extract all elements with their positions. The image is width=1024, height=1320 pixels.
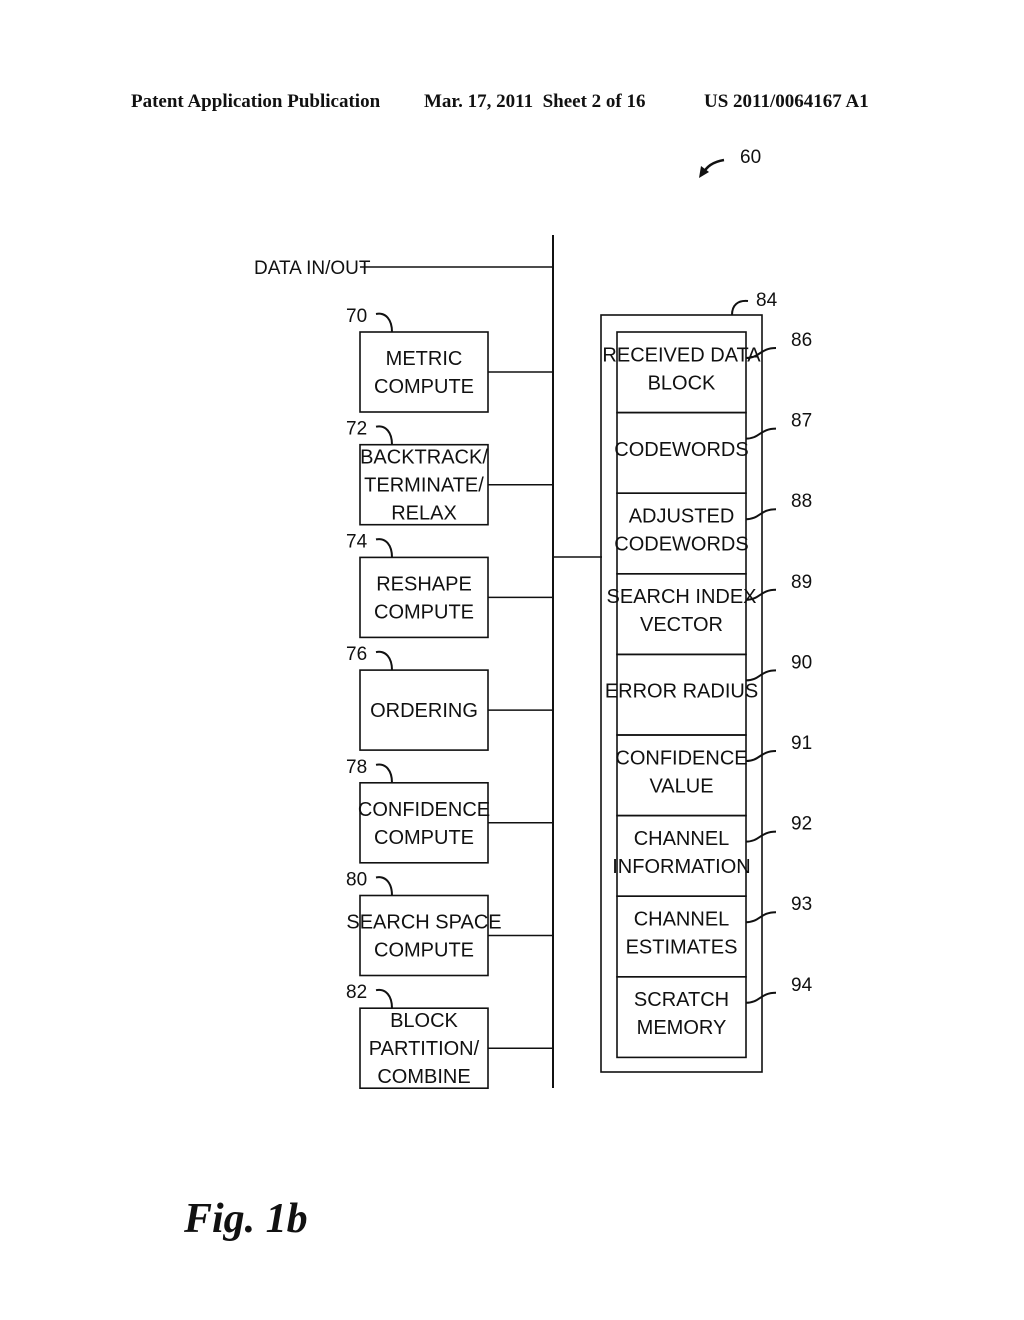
block-reference: 82 — [346, 982, 367, 1003]
leader-line — [745, 508, 777, 521]
memory-cell-label: VALUE — [649, 775, 713, 797]
block-label: ORDERING — [370, 700, 478, 722]
leader-line — [375, 425, 393, 445]
block-reference: 72 — [346, 419, 367, 440]
memory-reference: 84 — [756, 290, 778, 311]
block-label: CONFIDENCE — [358, 799, 490, 821]
block-box — [359, 556, 489, 639]
memory-cell-label: CODEWORDS — [614, 439, 748, 461]
block-box — [359, 331, 489, 413]
leader-line — [375, 312, 393, 333]
block-box — [359, 781, 489, 864]
figure-caption: Fig. 1b — [183, 1196, 308, 1242]
figure-reference-arrow-icon — [699, 158, 725, 178]
memory-cell-reference: 92 — [791, 814, 812, 835]
block-label: COMBINE — [377, 1066, 470, 1088]
block-70: METRIC COMPUTE 70 — [346, 306, 553, 413]
header-patent-number: US 2011/0064167 A1 — [704, 91, 869, 112]
block-76: ORDERING 76 — [346, 644, 553, 751]
functional-blocks: METRIC COMPUTE 70 BACKTRACK/TERMINATE/RELAX… — [346, 306, 553, 1090]
memory-cell-86: RECEIVED DATA BLOCK 86 — [602, 330, 812, 414]
block-label: TERMINATE/ — [364, 475, 484, 497]
leader-line — [745, 991, 777, 1004]
memory-cell-label: VECTOR — [640, 614, 723, 636]
memory-cell-label: BLOCK — [648, 372, 716, 394]
block-82: BLOCK PARTITION/COMBINE 82 — [346, 982, 553, 1090]
memory-cell-label: SCRATCH — [634, 989, 729, 1011]
memory-cell-label: ADJUSTED — [629, 506, 735, 528]
block-label: PARTITION/ — [369, 1038, 480, 1060]
leader-line — [375, 650, 393, 671]
leader-line — [375, 763, 393, 783]
leader-line — [745, 669, 777, 682]
block-label: BACKTRACK/ — [360, 447, 488, 469]
memory-cell-92: CHANNEL INFORMATION 92 — [612, 814, 812, 897]
memory-cell-reference: 87 — [791, 411, 812, 432]
leader-line — [745, 750, 777, 762]
memory-cell-89: SEARCH INDEX VECTOR 89 — [606, 572, 812, 656]
block-80: SEARCH SPACE COMPUTE 80 — [346, 870, 553, 977]
block-box — [359, 894, 489, 977]
memory-cell-label: CHANNEL — [634, 828, 730, 850]
memory-cell-label: CONFIDENCE — [615, 747, 747, 769]
header-date-sheet: Mar. 17, 2011 Sheet 2 of 16 — [424, 91, 645, 112]
leader-line — [375, 988, 393, 1009]
patent-figure: Patent Application Publication Mar. 17, … — [131, 91, 869, 1242]
block-label: COMPUTE — [374, 940, 474, 962]
memory-cell-reference: 88 — [791, 491, 812, 512]
block-label: COMPUTE — [374, 827, 474, 849]
leader-line — [375, 538, 393, 558]
memory-cell-reference: 86 — [791, 330, 812, 351]
leader-line — [731, 299, 749, 316]
block-label: COMPUTE — [374, 376, 474, 398]
leader-line — [745, 427, 777, 440]
block-label: METRIC — [386, 348, 463, 370]
block-reference: 76 — [346, 644, 367, 665]
block-reference: 74 — [346, 531, 368, 552]
block-label: SEARCH SPACE — [346, 912, 501, 934]
memory-cell-label: ESTIMATES — [626, 937, 738, 959]
leader-line — [745, 911, 777, 924]
block-reference: 70 — [346, 306, 367, 327]
memory-cell-87: CODEWORDS 87 — [614, 411, 812, 495]
block-72: BACKTRACK/TERMINATE/RELAX 72 — [346, 419, 553, 526]
memory-cell-reference: 93 — [791, 894, 812, 915]
block-78: CONFIDENCE COMPUTE 78 — [346, 757, 553, 864]
memory-cell-reference: 91 — [791, 733, 812, 754]
data-in-out-label: DATA IN/OUT — [254, 258, 371, 279]
memory-cell-88: ADJUSTED CODEWORDS 88 — [614, 491, 812, 575]
memory-cell-90: ERROR RADIUS 90 — [605, 652, 812, 736]
memory-cell-label: CHANNEL — [634, 909, 730, 931]
memory-cell-93: CHANNEL ESTIMATES 93 — [616, 894, 812, 978]
block-label: RESHAPE — [376, 573, 472, 595]
memory-cell-reference: 94 — [791, 975, 813, 996]
memory-cell-reference: 90 — [791, 652, 812, 673]
block-reference: 78 — [346, 757, 367, 778]
memory-cell-label: SEARCH INDEX — [606, 586, 756, 608]
memory-cell-91: CONFIDENCE VALUE 91 — [615, 733, 812, 817]
memory-block: 84 RECEIVED DATA BLOCK 86 CODEWORDS 87 ADJUSTE… — [600, 290, 813, 1073]
block-label: COMPUTE — [374, 601, 474, 623]
memory-cell-reference: 89 — [791, 572, 812, 593]
leader-line — [375, 876, 393, 896]
memory-cell-94: SCRATCH MEMORY 94 — [616, 975, 813, 1059]
leader-line — [745, 830, 777, 843]
memory-cell-label: ERROR RADIUS — [605, 681, 758, 703]
memory-cell-label: INFORMATION — [612, 856, 751, 878]
block-reference: 80 — [346, 870, 367, 891]
block-label: RELAX — [391, 503, 457, 525]
figure-reference: 60 — [740, 147, 761, 168]
block-label: BLOCK — [390, 1010, 458, 1032]
memory-cell-label: RECEIVED DATA — [602, 344, 761, 366]
block-74: RESHAPE COMPUTE 74 — [346, 531, 553, 639]
header-publication: Patent Application Publication — [131, 91, 381, 112]
memory-cell-label: CODEWORDS — [614, 534, 748, 556]
memory-cell-label: MEMORY — [637, 1017, 727, 1039]
